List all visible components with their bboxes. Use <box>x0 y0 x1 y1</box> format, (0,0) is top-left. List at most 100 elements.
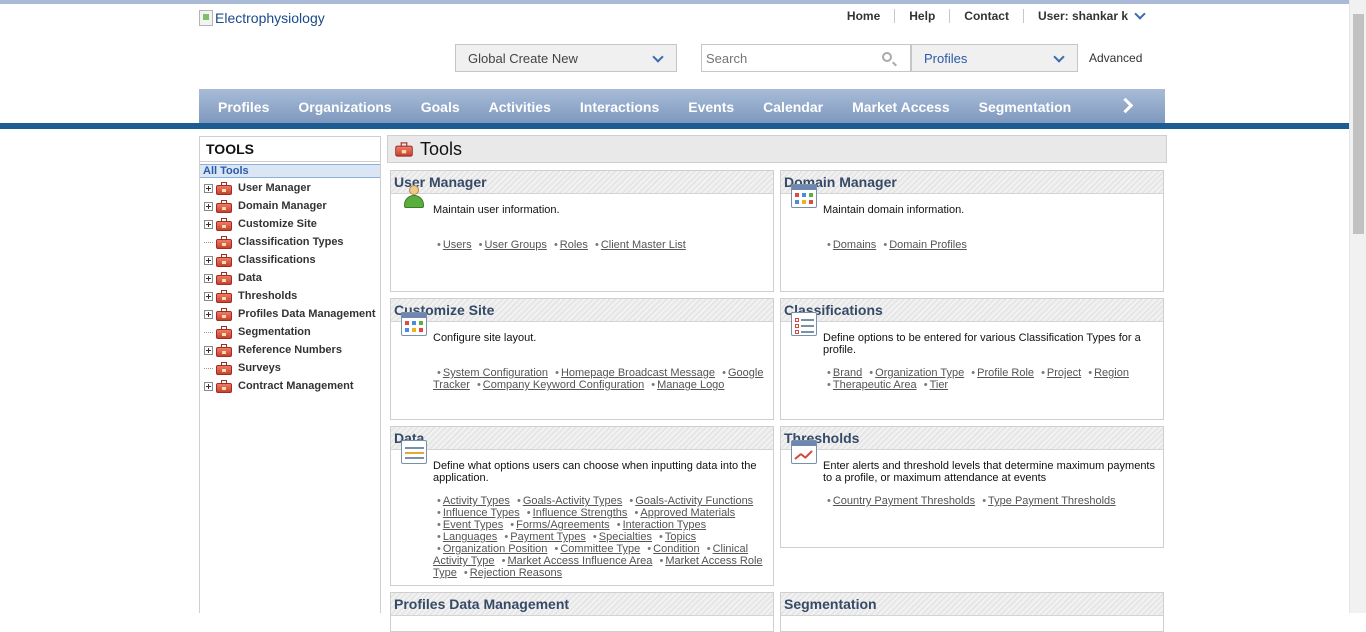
link-tier[interactable]: Tier <box>930 379 949 391</box>
nav-interactions[interactable]: Interactions <box>580 99 659 115</box>
nav-segmentation[interactable]: Segmentation <box>979 99 1072 115</box>
scrollbar-thumb[interactable] <box>1353 14 1364 234</box>
user-menu[interactable]: User: shankar k <box>1022 8 1158 23</box>
toolbox-icon <box>216 217 232 231</box>
expand-icon[interactable] <box>204 201 213 211</box>
search-icon[interactable] <box>882 52 892 62</box>
sidebar-item-classification-types[interactable]: Classification Types <box>200 233 380 251</box>
link-client-master-list[interactable]: Client Master List <box>601 239 686 251</box>
panel-title: Customize Site <box>391 299 773 322</box>
broken-image-icon <box>199 10 213 26</box>
advanced-search-link[interactable]: Advanced <box>1089 51 1142 65</box>
toolbox-icon <box>216 289 232 303</box>
nav-organizations[interactable]: Organizations <box>298 99 391 115</box>
sidebar-item-label: Domain Manager <box>238 200 327 212</box>
chevron-down-icon <box>652 51 664 63</box>
panel-domain-manager: Domain Manager Maintain domain informati… <box>780 170 1164 292</box>
search-scope-dropdown[interactable]: Profiles <box>911 44 1078 72</box>
link-rejection-reasons[interactable]: Rejection Reasons <box>470 567 562 579</box>
panel-links: • Activity Types • Goals-Activity Types • G… <box>433 495 763 579</box>
sidebar-item-classifications[interactable]: Classifications <box>200 251 380 269</box>
link-system-configuration[interactable]: System Configuration <box>443 367 548 379</box>
nav-goals[interactable]: Goals <box>421 99 460 115</box>
home-link[interactable]: Home <box>833 9 894 23</box>
expand-icon[interactable] <box>204 183 213 193</box>
sidebar-item-domain-manager[interactable]: Domain Manager <box>200 197 380 215</box>
expand-icon[interactable] <box>204 273 213 283</box>
expand-icon[interactable] <box>204 255 213 265</box>
link-influence-types[interactable]: Influence Types <box>443 507 520 519</box>
link-market-access-influence-area[interactable]: Market Access Influence Area <box>507 555 652 567</box>
nav-activities[interactable]: Activities <box>489 99 551 115</box>
tools-sidebar: TOOLS All Tools User Manager Domain Mana… <box>199 136 381 613</box>
expand-icon[interactable] <box>204 291 213 301</box>
link-event-types[interactable]: Event Types <box>443 519 503 531</box>
panel-links: • Country Payment Thresholds • Type Paymen… <box>827 495 1116 507</box>
expand-icon[interactable] <box>204 381 213 391</box>
logo[interactable]: Electrophysiology <box>199 8 325 28</box>
link-brand[interactable]: Brand <box>833 367 862 379</box>
sidebar-item-profiles-data-management[interactable]: Profiles Data Management <box>200 305 380 323</box>
sidebar-item-user-manager[interactable]: User Manager <box>200 179 380 197</box>
link-specialties[interactable]: Specialties <box>599 531 652 543</box>
link-goals-activity-types[interactable]: Goals-Activity Types <box>523 495 622 507</box>
nav-calendar[interactable]: Calendar <box>763 99 823 115</box>
contact-link[interactable]: Contact <box>949 9 1023 23</box>
panel-title: Data <box>391 427 773 450</box>
search-input[interactable] <box>702 45 872 71</box>
link-condition[interactable]: Condition <box>653 543 699 555</box>
sidebar-item-thresholds[interactable]: Thresholds <box>200 287 380 305</box>
link-approved-materials[interactable]: Approved Materials <box>640 507 735 519</box>
link-type-payment-thresholds[interactable]: Type Payment Thresholds <box>988 495 1116 507</box>
page-title: Tools <box>420 138 463 159</box>
nav-profiles[interactable]: Profiles <box>218 99 269 115</box>
link-influence-strengths[interactable]: Influence Strengths <box>533 507 628 519</box>
link-organization-position[interactable]: Organization Position <box>443 543 548 555</box>
link-domain-profiles[interactable]: Domain Profiles <box>889 239 967 251</box>
nav-events[interactable]: Events <box>688 99 734 115</box>
top-accent-stripe <box>0 0 1366 4</box>
link-topics[interactable]: Topics <box>665 531 696 543</box>
link-activity-types[interactable]: Activity Types <box>443 495 510 507</box>
link-languages[interactable]: Languages <box>443 531 497 543</box>
sidebar-item-reference-numbers[interactable]: Reference Numbers <box>200 341 380 359</box>
link-homepage-broadcast-message[interactable]: Homepage Broadcast Message <box>561 367 715 379</box>
header-divider <box>0 123 1349 129</box>
link-manage-logo[interactable]: Manage Logo <box>657 379 724 391</box>
sidebar-all-tools[interactable]: All Tools <box>200 164 380 178</box>
sidebar-item-data[interactable]: Data <box>200 269 380 287</box>
sidebar-item-surveys[interactable]: Surveys <box>200 359 380 377</box>
link-committee-type[interactable]: Committee Type <box>560 543 640 555</box>
link-organization-type[interactable]: Organization Type <box>875 367 964 379</box>
link-profile-role[interactable]: Profile Role <box>977 367 1034 379</box>
tree-connector <box>204 367 213 369</box>
sidebar-item-label: Reference Numbers <box>238 344 342 356</box>
expand-icon[interactable] <box>204 345 213 355</box>
link-interaction-types[interactable]: Interaction Types <box>623 519 707 531</box>
link-payment-types[interactable]: Payment Types <box>510 531 586 543</box>
chevron-right-icon[interactable] <box>1117 97 1134 114</box>
link-project[interactable]: Project <box>1047 367 1081 379</box>
sidebar-item-segmentation[interactable]: Segmentation <box>200 323 380 341</box>
link-roles[interactable]: Roles <box>560 239 588 251</box>
link-therapeutic-area[interactable]: Therapeutic Area <box>833 379 917 391</box>
tools-content: Tools User Manager Maintain user informa… <box>387 135 1167 632</box>
sidebar-item-customize-site[interactable]: Customize Site <box>200 215 380 233</box>
link-goals-activity-functions[interactable]: Goals-Activity Functions <box>635 495 753 507</box>
panel-description: Enter alerts and threshold levels that d… <box>823 460 1155 484</box>
global-create-new-dropdown[interactable]: Global Create New <box>455 44 677 72</box>
link-users[interactable]: Users <box>443 239 472 251</box>
link-region[interactable]: Region <box>1094 367 1129 379</box>
sidebar-item-contract-management[interactable]: Contract Management <box>200 377 380 395</box>
help-link[interactable]: Help <box>894 9 949 23</box>
link-country-payment-thresholds[interactable]: Country Payment Thresholds <box>833 495 975 507</box>
link-user-groups[interactable]: User Groups <box>485 239 547 251</box>
link-company-keyword-configuration[interactable]: Company Keyword Configuration <box>483 379 644 391</box>
link-forms-agreements[interactable]: Forms/Agreements <box>516 519 610 531</box>
link-domains[interactable]: Domains <box>833 239 876 251</box>
expand-icon[interactable] <box>204 309 213 319</box>
top-utility-nav: Home Help Contact User: shankar k <box>833 8 1158 24</box>
vertical-scrollbar[interactable] <box>1349 0 1366 613</box>
expand-icon[interactable] <box>204 219 213 229</box>
nav-market-access[interactable]: Market Access <box>852 99 950 115</box>
